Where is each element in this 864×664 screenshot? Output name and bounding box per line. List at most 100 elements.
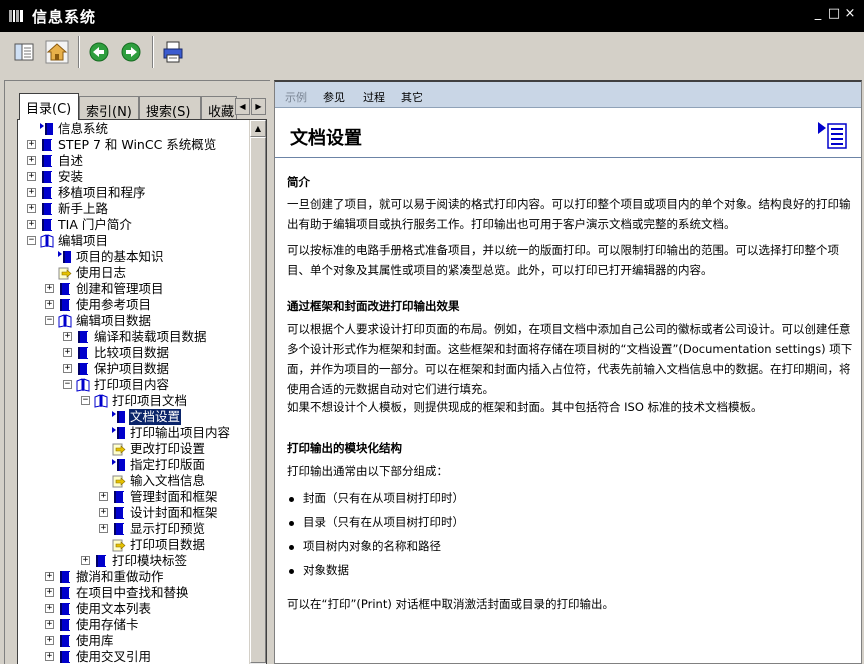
home-button[interactable] bbox=[45, 40, 69, 64]
tree-item[interactable]: + 使用存储卡 bbox=[18, 617, 250, 633]
back-button[interactable] bbox=[87, 40, 111, 64]
tree-item-label: 撤消和重做动作 bbox=[76, 569, 164, 584]
paragraph: 如果不想设计个人模板，则提供现成的框架和封面。其中包括符合 ISO 标准的技术文… bbox=[287, 400, 763, 414]
expand-button[interactable]: + bbox=[63, 364, 72, 373]
link-bar: 示例 参见 过程 其它 bbox=[275, 82, 861, 108]
tree-item[interactable]: + 安装 bbox=[18, 169, 250, 185]
scroll-thumb[interactable] bbox=[250, 137, 266, 663]
expand-button[interactable]: + bbox=[27, 188, 36, 197]
section-heading: 简介 bbox=[287, 175, 310, 189]
tree-item[interactable]: + 创建和管理项目 bbox=[18, 281, 250, 297]
expand-button[interactable]: + bbox=[63, 348, 72, 357]
window-title: 信息系统 bbox=[32, 8, 97, 26]
link-procedures[interactable]: 过程 bbox=[363, 89, 385, 105]
tree-item[interactable]: + 比较项目数据 bbox=[18, 345, 250, 361]
expand-button[interactable]: + bbox=[27, 172, 36, 181]
expand-button[interactable]: + bbox=[45, 300, 54, 309]
tree-item[interactable]: 文档设置 bbox=[18, 408, 250, 426]
expand-button[interactable]: + bbox=[99, 524, 108, 533]
expand-button[interactable]: + bbox=[45, 620, 54, 629]
app-icon bbox=[8, 9, 24, 23]
tree-item[interactable]: − 打印项目文档 bbox=[18, 393, 250, 409]
expand-button[interactable]: + bbox=[99, 508, 108, 517]
hide-toc-button[interactable] bbox=[12, 40, 36, 64]
expand-button[interactable]: + bbox=[81, 556, 90, 565]
topic-icon bbox=[112, 426, 126, 440]
expand-button[interactable]: + bbox=[45, 572, 54, 581]
print-button[interactable] bbox=[161, 40, 185, 64]
expand-button[interactable]: + bbox=[45, 604, 54, 613]
collapse-button[interactable]: − bbox=[45, 316, 54, 325]
tree-item[interactable]: 输入文档信息 bbox=[18, 473, 250, 489]
topic-link-icon bbox=[112, 474, 126, 488]
tree-item-label: 打印模块标签 bbox=[112, 553, 188, 568]
tree-item[interactable]: + 编译和装载项目数据 bbox=[18, 329, 250, 345]
tree-item[interactable]: − 编辑项目 bbox=[18, 233, 250, 249]
tree-item[interactable]: 使用日志 bbox=[18, 265, 250, 281]
collapse-button[interactable]: − bbox=[81, 396, 90, 405]
tree-item[interactable]: + 保护项目数据 bbox=[18, 361, 250, 377]
collapse-button[interactable]: − bbox=[27, 236, 36, 245]
minimize-button[interactable]: _ bbox=[810, 6, 826, 22]
forward-button[interactable] bbox=[119, 40, 143, 64]
tree-item-label: TIA 门户简介 bbox=[58, 217, 132, 232]
tree-item[interactable]: + 在项目中查找和替换 bbox=[18, 585, 250, 601]
bullet-icon bbox=[289, 569, 294, 574]
tree-item[interactable]: + 管理封面和框架 bbox=[18, 489, 250, 505]
close-button[interactable]: × bbox=[842, 6, 858, 22]
expand-button[interactable]: + bbox=[27, 220, 36, 229]
tree-item-label: 比较项目数据 bbox=[94, 345, 170, 360]
tree-scrollbar[interactable]: ▲ bbox=[249, 120, 266, 664]
tree-item[interactable]: + STEP 7 和 WinCC 系统概览 bbox=[18, 137, 250, 153]
tree-item[interactable]: + 移植项目和程序 bbox=[18, 185, 250, 201]
tree-item[interactable]: + 新手上路 bbox=[18, 201, 250, 217]
tree-item[interactable]: 打印输出项目内容 bbox=[18, 425, 250, 441]
expand-button[interactable]: + bbox=[27, 140, 36, 149]
expand-button[interactable]: + bbox=[45, 636, 54, 645]
tree-item-label: 打印输出项目内容 bbox=[130, 425, 231, 440]
tree-item[interactable]: + 使用参考项目 bbox=[18, 297, 250, 313]
tree-item[interactable]: 更改打印设置 bbox=[18, 441, 250, 457]
tree-item[interactable]: + 显示打印预览 bbox=[18, 521, 250, 537]
expand-button[interactable]: + bbox=[45, 652, 54, 661]
nav-tabs: 目录(C) 索引(N) 搜索(S) 收藏 ◀ ▶ bbox=[19, 93, 269, 120]
tab-search[interactable]: 搜索(S) bbox=[139, 96, 201, 119]
tree-item[interactable]: − 打印项目内容 bbox=[18, 377, 250, 393]
expand-button[interactable]: + bbox=[99, 492, 108, 501]
tree-item[interactable]: + 打印模块标签 bbox=[18, 553, 250, 569]
collapse-button[interactable]: − bbox=[63, 380, 72, 389]
toolbar-separator bbox=[78, 36, 80, 68]
tree-item[interactable]: 信息系统 bbox=[18, 121, 250, 137]
tree-item[interactable]: 打印项目数据 bbox=[18, 537, 250, 553]
tree-item[interactable]: + 自述 bbox=[18, 153, 250, 169]
tab-contents[interactable]: 目录(C) bbox=[19, 93, 79, 120]
tree-item[interactable]: + 使用交叉引用 bbox=[18, 649, 250, 664]
tree-item[interactable]: 项目的基本知识 bbox=[18, 249, 250, 265]
list-item-text: 项目树内对象的名称和路径 bbox=[303, 539, 441, 553]
expand-button[interactable]: + bbox=[63, 332, 72, 341]
restore-button[interactable]: □ bbox=[826, 6, 842, 22]
tree-item[interactable]: − 编辑项目数据 bbox=[18, 313, 250, 329]
expand-button[interactable]: + bbox=[27, 156, 36, 165]
expand-button[interactable]: + bbox=[45, 284, 54, 293]
tab-index[interactable]: 索引(N) bbox=[79, 96, 139, 119]
tree-item[interactable]: + 使用库 bbox=[18, 633, 250, 649]
tree-item[interactable]: + 撤消和重做动作 bbox=[18, 569, 250, 585]
expand-button[interactable]: + bbox=[27, 204, 36, 213]
tree-item-label: 信息系统 bbox=[58, 121, 109, 136]
scroll-up-button[interactable]: ▲ bbox=[250, 120, 266, 137]
tree-item[interactable]: + TIA 门户简介 bbox=[18, 217, 250, 233]
link-other[interactable]: 其它 bbox=[401, 89, 423, 105]
tab-scroll-right-button[interactable]: ▶ bbox=[251, 98, 266, 115]
list-item-text: 对象数据 bbox=[303, 563, 349, 577]
tree-item[interactable]: + 使用文本列表 bbox=[18, 601, 250, 617]
expand-button[interactable]: + bbox=[45, 588, 54, 597]
navigation-pane: 目录(C) 索引(N) 搜索(S) 收藏 ◀ ▶ 信息系统 + STEP 7 和 W… bbox=[4, 80, 270, 664]
topic-link-icon bbox=[112, 538, 126, 552]
tab-favorites[interactable]: 收藏 bbox=[201, 96, 237, 119]
link-see-also[interactable]: 参见 bbox=[323, 89, 345, 105]
tab-scroll-left-button[interactable]: ◀ bbox=[235, 98, 250, 115]
tree-item[interactable]: + 设计封面和框架 bbox=[18, 505, 250, 521]
tree-item[interactable]: 指定打印版面 bbox=[18, 457, 250, 473]
topic-book-icon bbox=[818, 122, 847, 149]
